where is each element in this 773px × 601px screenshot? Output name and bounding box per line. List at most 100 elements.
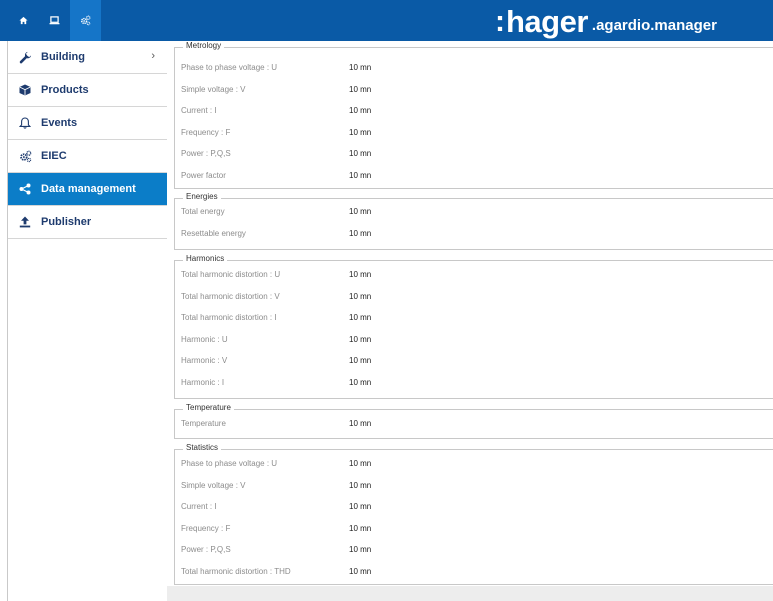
sidebar-item-label: Data management	[41, 183, 136, 195]
row-value: 10 mn	[349, 378, 372, 387]
sidebar-item-products[interactable]: Products	[8, 74, 167, 107]
list-item[interactable]: Frequency : F 10 mn	[181, 524, 771, 538]
row-label: Power : P,Q,S	[181, 149, 231, 158]
row-label: Total energy	[181, 207, 225, 216]
sidebar-item-label: Publisher	[41, 216, 92, 228]
row-value: 10 mn	[349, 229, 372, 238]
list-item[interactable]: Total energy 10 mn	[181, 207, 771, 221]
devices-button[interactable]	[39, 0, 70, 41]
row-value: 10 mn	[349, 419, 372, 428]
row-value: 10 mn	[349, 459, 372, 468]
list-item[interactable]: Current : I 10 mn	[181, 106, 771, 120]
bell-icon	[18, 116, 32, 130]
brand-colon: :	[495, 5, 505, 38]
row-label: Current : I	[181, 106, 217, 115]
list-item[interactable]: Current : I 10 mn	[181, 502, 771, 516]
sidebar-item-building[interactable]: Building ›	[8, 41, 167, 74]
row-value: 10 mn	[349, 313, 372, 322]
row-value: 10 mn	[349, 524, 372, 533]
list-item[interactable]: Total harmonic distortion : V 10 mn	[181, 292, 771, 306]
row-value: 10 mn	[349, 481, 372, 490]
row-value: 10 mn	[349, 292, 372, 301]
gears-icon	[18, 149, 32, 163]
sidebar-item-label: EIEC	[41, 150, 67, 162]
list-item[interactable]: Power : P,Q,S 10 mn	[181, 149, 771, 163]
row-value: 10 mn	[349, 128, 372, 137]
row-label: Total harmonic distortion : THD	[181, 567, 291, 576]
wrench-icon	[18, 50, 32, 64]
section-statistics: Statistics Phase to phase voltage : U 10 …	[174, 443, 773, 585]
laptop-icon	[49, 16, 60, 25]
share-icon	[18, 182, 32, 196]
row-label: Phase to phase voltage : U	[181, 63, 278, 72]
row-label: Harmonic : I	[181, 378, 225, 387]
row-label: Power : P,Q,S	[181, 545, 231, 554]
row-value: 10 mn	[349, 545, 372, 554]
sidebar-item-label: Products	[41, 84, 89, 96]
brand-product: .agardio.manager	[591, 17, 717, 34]
home-button[interactable]	[8, 0, 39, 41]
sidebar-item-eiec[interactable]: EIEC	[8, 140, 167, 173]
sidebar-item-data-management[interactable]: Data management	[8, 173, 167, 206]
top-icon-group	[8, 0, 101, 41]
sidebar-item-publisher[interactable]: Publisher	[8, 206, 167, 239]
sidebar-item-label: Events	[41, 117, 78, 129]
gears-icon	[81, 15, 91, 26]
section-title: Energies	[183, 192, 221, 201]
list-item[interactable]: Temperature 10 mn	[181, 419, 771, 433]
home-icon	[19, 16, 28, 25]
box-icon	[18, 83, 32, 97]
section-harmonics: Harmonics Total harmonic distortion : U 1…	[174, 254, 773, 399]
list-item[interactable]: Harmonic : V 10 mn	[181, 356, 771, 370]
section-title: Temperature	[183, 403, 234, 412]
sidebar-item-events[interactable]: Events	[8, 107, 167, 140]
upload-icon	[18, 215, 32, 229]
row-value: 10 mn	[349, 270, 372, 279]
section-title: Harmonics	[183, 254, 228, 263]
list-item[interactable]: Harmonic : I 10 mn	[181, 378, 771, 392]
section-temperature: Temperature Temperature 10 mn	[174, 403, 773, 439]
list-item[interactable]: Power : P,Q,S 10 mn	[181, 545, 771, 559]
row-label: Simple voltage : V	[181, 85, 246, 94]
row-label: Current : I	[181, 502, 217, 511]
row-label: Harmonic : V	[181, 356, 228, 365]
settings-button[interactable]	[70, 0, 101, 41]
list-item[interactable]: Total harmonic distortion : THD 10 mn	[181, 567, 771, 581]
section-title: Metrology	[183, 41, 225, 50]
sidebar: Building › Products Events EIEC Data man…	[7, 41, 168, 601]
row-value: 10 mn	[349, 63, 372, 72]
row-value: 10 mn	[349, 171, 372, 180]
section-metrology: Metrology Phase to phase voltage : U 10 m…	[174, 41, 773, 189]
row-value: 10 mn	[349, 335, 372, 344]
row-label: Power factor	[181, 171, 226, 180]
row-label: Total harmonic distortion : U	[181, 270, 281, 279]
list-item[interactable]: Total harmonic distortion : U 10 mn	[181, 270, 771, 284]
list-item[interactable]: Phase to phase voltage : U 10 mn	[181, 459, 771, 473]
list-item[interactable]: Total harmonic distortion : I 10 mn	[181, 313, 771, 327]
brand-logo: : hager .agardio.manager	[495, 3, 717, 37]
row-label: Phase to phase voltage : U	[181, 459, 278, 468]
footer-bar	[167, 586, 773, 601]
list-item[interactable]: Phase to phase voltage : U 10 mn	[181, 63, 771, 77]
row-label: Harmonic : U	[181, 335, 228, 344]
row-label: Simple voltage : V	[181, 481, 246, 490]
top-bar: : hager .agardio.manager	[0, 0, 773, 41]
list-item[interactable]: Resettable energy 10 mn	[181, 229, 771, 243]
list-item[interactable]: Simple voltage : V 10 mn	[181, 85, 771, 99]
row-label: Resettable energy	[181, 229, 246, 238]
row-label: Total harmonic distortion : I	[181, 313, 277, 322]
list-item[interactable]: Harmonic : U 10 mn	[181, 335, 771, 349]
row-value: 10 mn	[349, 106, 372, 115]
main-content: Metrology Phase to phase voltage : U 10 m…	[167, 41, 773, 601]
section-title: Statistics	[183, 443, 222, 452]
section-energies: Energies Total energy 10 mn Resettable en…	[174, 192, 773, 250]
row-label: Frequency : F	[181, 524, 231, 533]
row-value: 10 mn	[349, 85, 372, 94]
row-value: 10 mn	[349, 567, 372, 576]
row-label: Total harmonic distortion : V	[181, 292, 280, 301]
list-item[interactable]: Frequency : F 10 mn	[181, 128, 771, 142]
list-item[interactable]: Simple voltage : V 10 mn	[181, 481, 771, 495]
row-label: Frequency : F	[181, 128, 231, 137]
list-item[interactable]: Power factor 10 mn	[181, 171, 771, 185]
row-value: 10 mn	[349, 207, 372, 216]
